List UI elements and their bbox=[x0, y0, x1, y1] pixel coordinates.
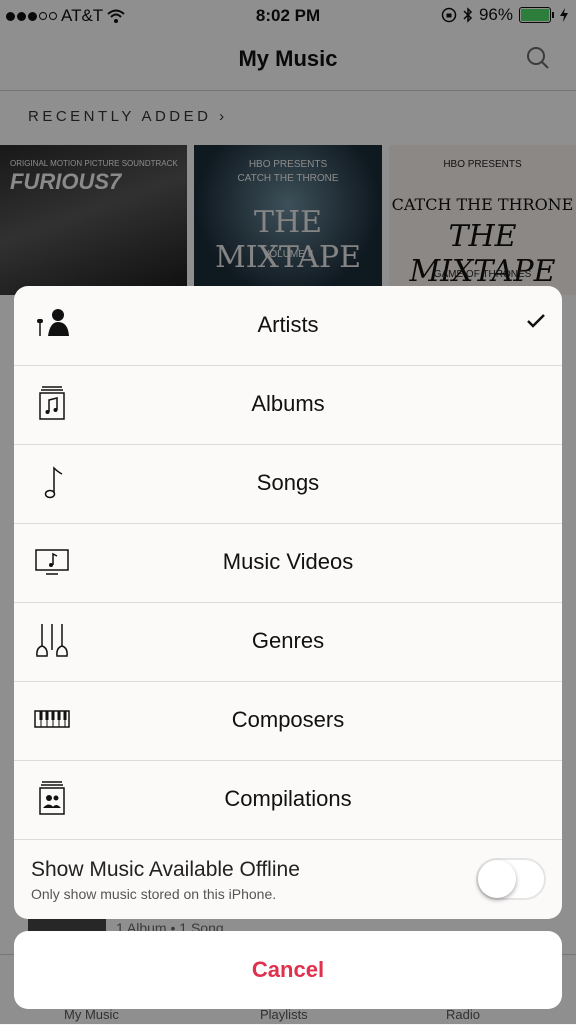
sheet-option-compilations[interactable]: Compilations bbox=[14, 760, 562, 840]
sheet-option-artists[interactable]: Artists bbox=[14, 286, 562, 366]
sheet-option-albums[interactable]: Albums bbox=[14, 365, 562, 445]
offline-toggle-row: Show Music Available Offline Only show m… bbox=[14, 840, 562, 919]
library-view-sheet: Artists Albums Songs Music Videos Genres… bbox=[14, 286, 562, 919]
offline-subtitle: Only show music stored on this iPhone. bbox=[31, 886, 277, 902]
checkmark-icon bbox=[527, 314, 545, 328]
sheet-option-composers[interactable]: Composers bbox=[14, 681, 562, 761]
sheet-option-genres[interactable]: Genres bbox=[14, 602, 562, 682]
sheet-option-songs[interactable]: Songs bbox=[14, 444, 562, 524]
offline-title: Show Music Available Offline bbox=[31, 858, 300, 881]
cancel-button[interactable]: Cancel bbox=[14, 931, 562, 1009]
toggle-knob bbox=[478, 860, 516, 898]
offline-toggle-switch[interactable] bbox=[476, 858, 546, 900]
sheet-option-music-videos[interactable]: Music Videos bbox=[14, 523, 562, 603]
